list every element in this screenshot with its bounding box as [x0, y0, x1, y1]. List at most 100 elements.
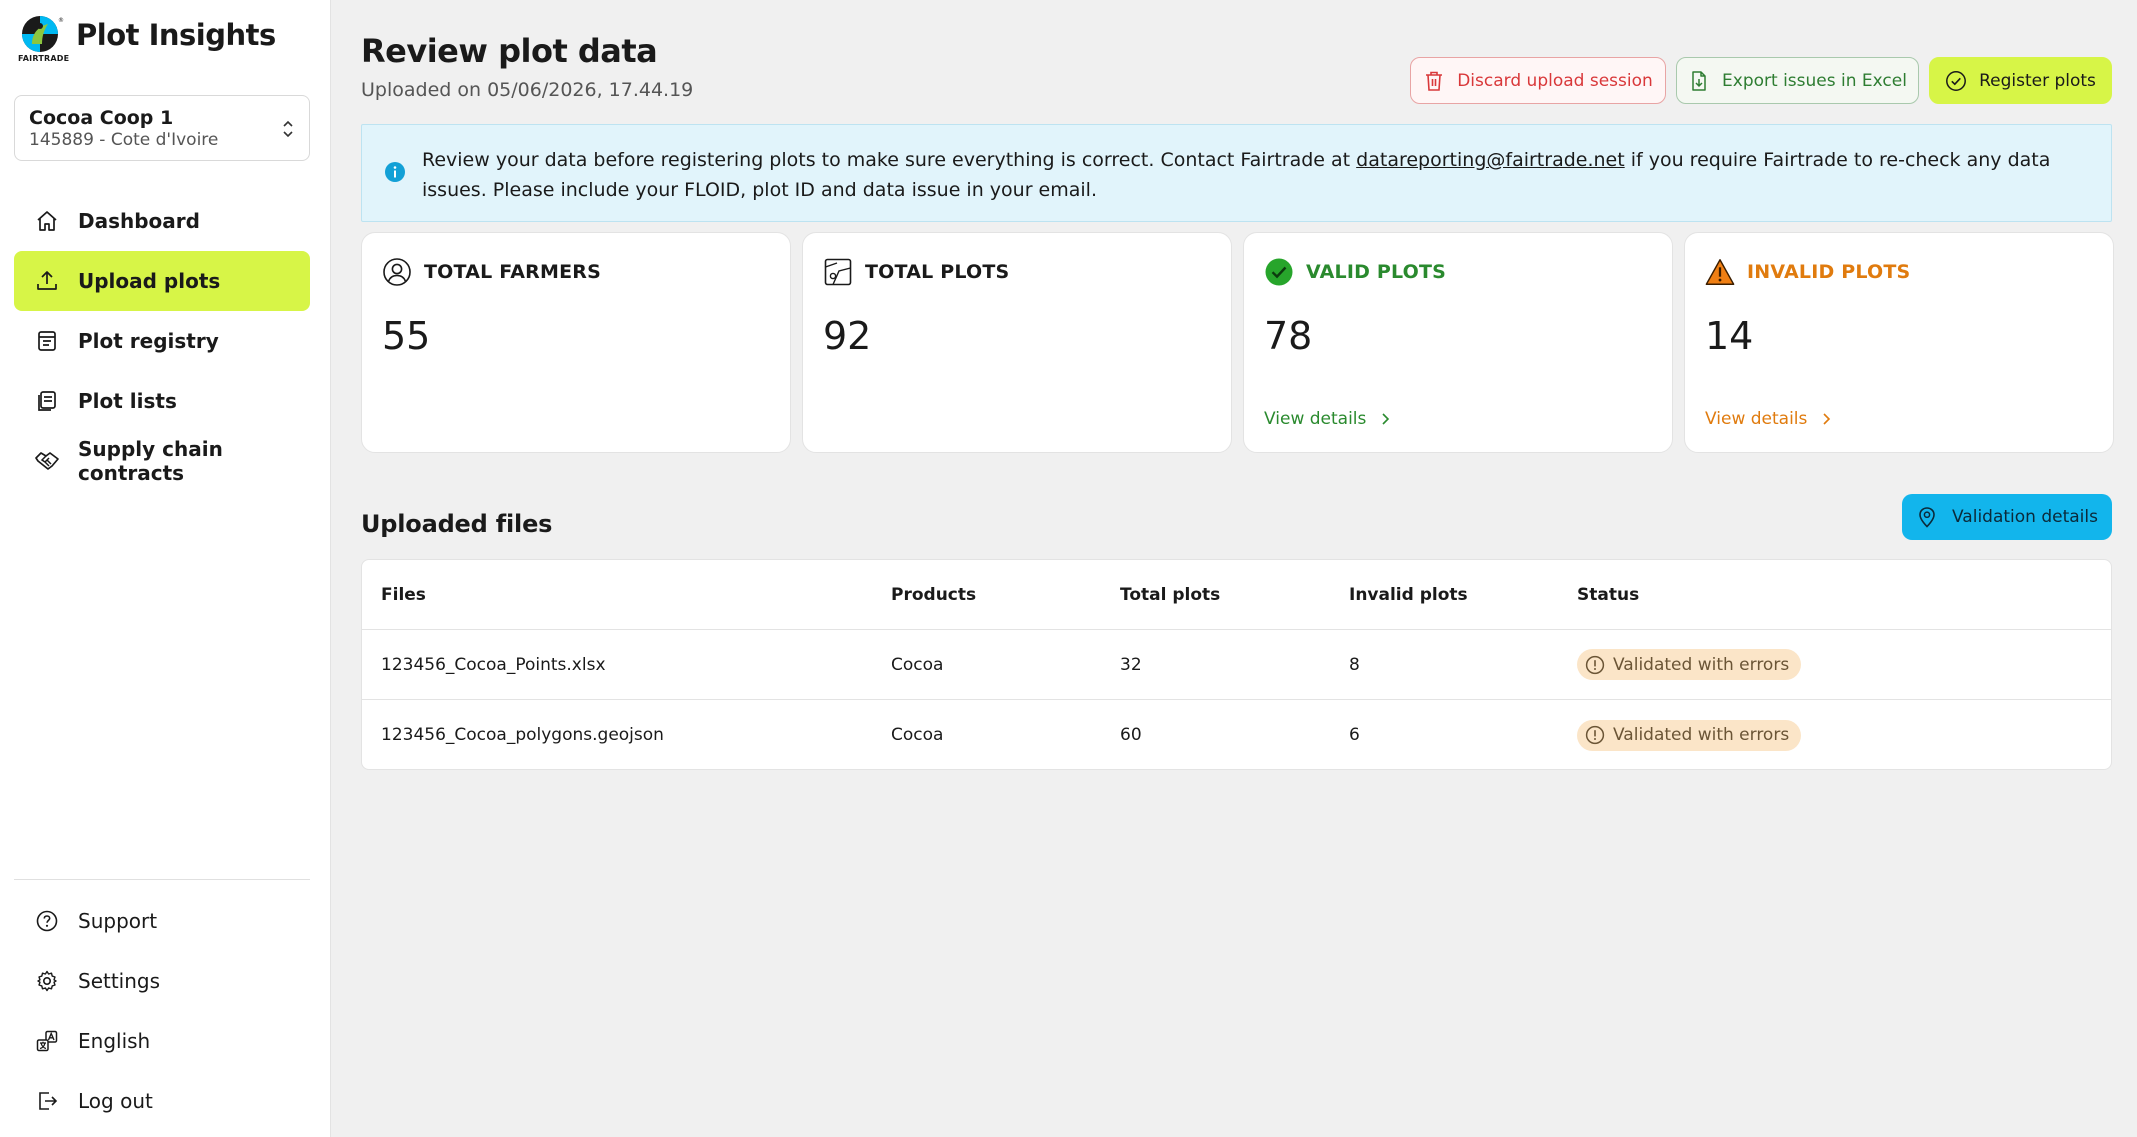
- validation-button-label: Validation details: [1952, 507, 2098, 527]
- total-farmers-card: TOTAL FARMERS 55: [361, 232, 791, 453]
- file-name: 123456_Cocoa_Points.xlsx: [381, 654, 606, 675]
- sidebar-item-plot-lists[interactable]: Plot lists: [14, 371, 310, 431]
- lists-icon: [34, 388, 60, 414]
- info-icon: [385, 162, 405, 182]
- help-icon: [34, 908, 60, 934]
- svg-text:®: ®: [58, 17, 64, 24]
- product: Cocoa: [891, 725, 944, 745]
- column-header-files: Files: [381, 584, 426, 605]
- sidebar-item-label: English: [78, 1029, 151, 1053]
- stat-label: INVALID PLOTS: [1747, 261, 1911, 283]
- validation-details-button[interactable]: Validation details: [1902, 494, 2112, 540]
- sidebar-item-label: Plot lists: [78, 389, 177, 413]
- map-pin-icon: [1916, 506, 1938, 528]
- organization-name: Cocoa Coop 1: [29, 107, 174, 129]
- sidebar-item-log-out[interactable]: Log out: [14, 1071, 310, 1131]
- status-text: Validated with errors: [1613, 654, 1790, 675]
- stat-label: TOTAL PLOTS: [865, 261, 1010, 283]
- sidebar: ® FAIRTRADE Plot Insights Cocoa Coop 1 1…: [0, 0, 331, 1137]
- info-banner: Review your data before registering plot…: [361, 124, 2112, 222]
- sidebar-item-support[interactable]: Support: [14, 891, 310, 951]
- handshake-icon: [34, 448, 60, 474]
- invalid-plots-view-details-link[interactable]: View details: [1705, 409, 1831, 429]
- stat-label: TOTAL FARMERS: [424, 261, 601, 283]
- table-header-row: Files Products Total plots Invalid plots…: [362, 560, 2111, 630]
- table-row[interactable]: 123456_Cocoa_polygons.geojson Cocoa 60 6…: [362, 700, 2111, 770]
- main-content: Review plot data Uploaded on 05/06/2026,…: [332, 0, 2137, 1137]
- map-plot-icon: [823, 257, 853, 287]
- brand[interactable]: ® FAIRTRADE Plot Insights: [18, 14, 276, 66]
- invalid-plots: 6: [1349, 725, 1360, 745]
- register-plots-button[interactable]: Register plots: [1929, 57, 2112, 104]
- sidebar-item-plot-registry[interactable]: Plot registry: [14, 311, 310, 371]
- stat-value: 14: [1705, 314, 1754, 358]
- sidebar-item-upload-plots[interactable]: Upload plots: [14, 251, 310, 311]
- discard-button-label: Discard upload session: [1457, 70, 1653, 91]
- view-details-label: View details: [1705, 409, 1808, 429]
- check-badge-icon: [1264, 257, 1294, 287]
- chevron-up-down-icon: [283, 120, 293, 138]
- total-plots: 60: [1120, 725, 1142, 745]
- export-issues-button[interactable]: Export issues in Excel: [1676, 57, 1919, 104]
- file-download-icon: [1688, 70, 1710, 92]
- check-circle-icon: [1945, 70, 1967, 92]
- user-circle-icon: [382, 257, 412, 287]
- file-name: 123456_Cocoa_polygons.geojson: [381, 725, 664, 745]
- bottom-nav: Support Settings English Log out: [14, 891, 310, 1131]
- column-header-status: Status: [1577, 584, 1640, 605]
- column-header-products: Products: [891, 584, 977, 605]
- register-button-label: Register plots: [1979, 70, 2096, 91]
- home-icon: [34, 208, 60, 234]
- sidebar-item-label: Supply chain contracts: [78, 437, 223, 485]
- status-badge: Validated with errors: [1577, 719, 1802, 751]
- upload-timestamp: Uploaded on 05/06/2026, 17.44.19: [361, 79, 694, 101]
- support-email-link[interactable]: datareporting@fairtrade.net: [1356, 149, 1625, 171]
- sidebar-item-dashboard[interactable]: Dashboard: [14, 191, 310, 251]
- invalid-plots: 8: [1349, 654, 1360, 675]
- column-header-invalid-plots: Invalid plots: [1349, 584, 1468, 605]
- sidebar-item-label: Dashboard: [78, 209, 200, 233]
- banner-text-start: Review your data before registering plot…: [422, 149, 1357, 171]
- total-plots-card: TOTAL PLOTS 92: [802, 232, 1232, 453]
- alert-circle-icon: [1585, 725, 1605, 745]
- valid-plots-card: VALID PLOTS 78 View details: [1243, 232, 1673, 453]
- language-icon: [34, 1028, 60, 1054]
- sidebar-item-supply-chain-contracts[interactable]: Supply chain contracts: [14, 431, 310, 491]
- status-cell: Validated with errors: [1577, 719, 1802, 751]
- sidebar-item-language[interactable]: English: [14, 1011, 310, 1071]
- gear-icon: [34, 968, 60, 994]
- logout-icon: [34, 1088, 60, 1114]
- column-header-total-plots: Total plots: [1120, 584, 1221, 605]
- page-title: Review plot data: [361, 32, 658, 70]
- registry-icon: [34, 328, 60, 354]
- discard-upload-session-button[interactable]: Discard upload session: [1410, 57, 1666, 104]
- organization-selector[interactable]: Cocoa Coop 1 145889 - Cote d'Ivoire: [14, 95, 310, 161]
- uploaded-files-table: Files Products Total plots Invalid plots…: [361, 559, 2112, 770]
- stat-value: 92: [823, 314, 872, 358]
- sidebar-item-settings[interactable]: Settings: [14, 951, 310, 1011]
- valid-plots-view-details-link[interactable]: View details: [1264, 409, 1390, 429]
- sidebar-item-label: Settings: [78, 969, 161, 993]
- app-title: Plot Insights: [76, 18, 276, 52]
- export-button-label: Export issues in Excel: [1722, 70, 1907, 91]
- sidebar-item-label: Plot registry: [78, 329, 219, 353]
- trash-icon: [1423, 70, 1445, 92]
- fairtrade-logo: ® FAIRTRADE: [18, 14, 70, 66]
- table-row[interactable]: 123456_Cocoa_Points.xlsx Cocoa 32 8 Vali…: [362, 630, 2111, 700]
- sidebar-item-label: Support: [78, 909, 158, 933]
- upload-icon: [34, 268, 60, 294]
- alert-circle-icon: [1585, 655, 1605, 675]
- view-details-label: View details: [1264, 409, 1367, 429]
- fairtrade-logo-text: FAIRTRADE: [18, 54, 70, 63]
- stat-value: 78: [1264, 314, 1313, 358]
- stat-value: 55: [382, 314, 431, 358]
- warning-icon: [1705, 257, 1735, 287]
- uploaded-files-title: Uploaded files: [361, 510, 553, 538]
- sidebar-item-label: Upload plots: [78, 269, 221, 293]
- sidebar-item-label: Log out: [78, 1089, 153, 1113]
- sidebar-divider: [14, 879, 310, 880]
- product: Cocoa: [891, 654, 944, 675]
- status-text: Validated with errors: [1613, 725, 1790, 745]
- stat-label: VALID PLOTS: [1306, 261, 1447, 283]
- main-nav: Dashboard Upload plots Plot registry Plo…: [14, 191, 310, 491]
